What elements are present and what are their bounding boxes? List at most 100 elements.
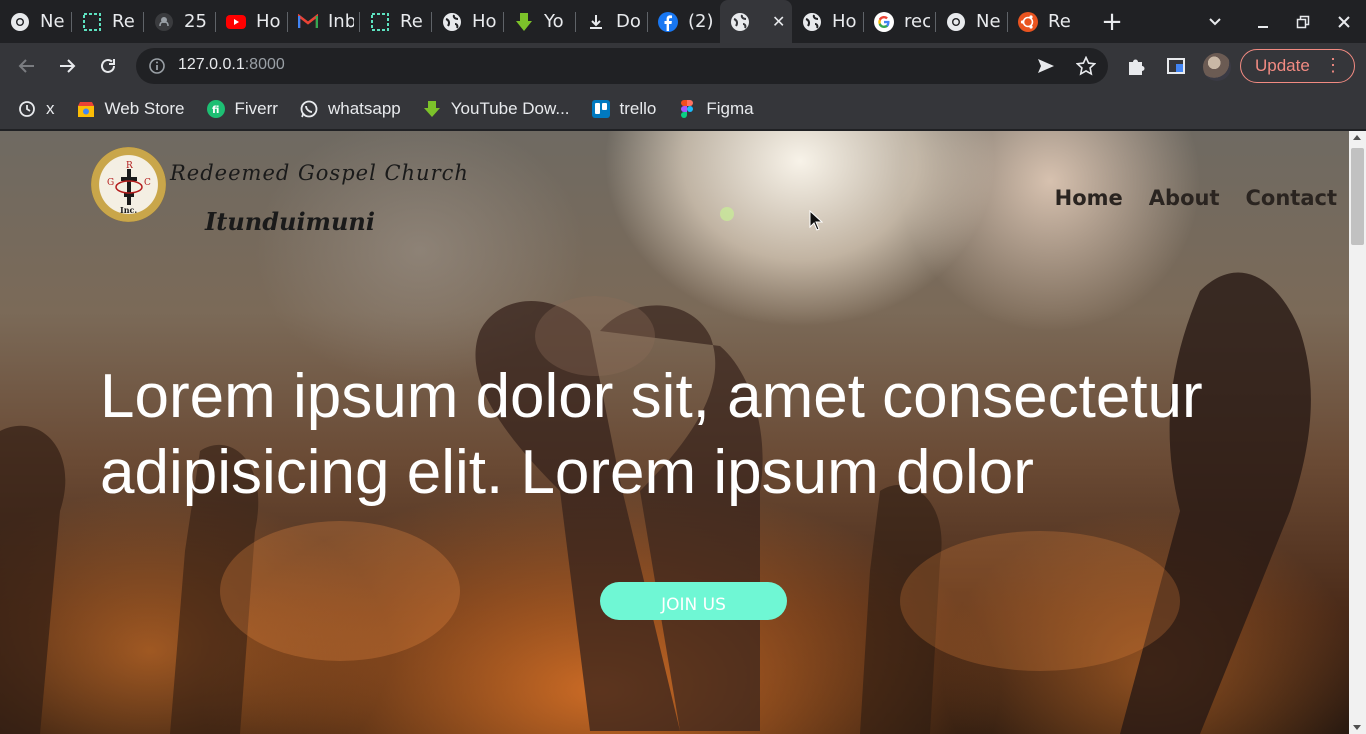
tab[interactable]: Ne bbox=[936, 0, 1008, 43]
new-tab-button[interactable]: + bbox=[1090, 0, 1134, 43]
logo-letter: Inc. bbox=[120, 205, 137, 215]
back-arrow-icon[interactable] bbox=[13, 52, 41, 80]
chrome-icon bbox=[946, 12, 966, 32]
bookmark-item[interactable]: whatsapp bbox=[300, 99, 401, 119]
bookmark-star-icon[interactable] bbox=[1075, 55, 1097, 76]
tab-title: Ho bbox=[256, 11, 281, 32]
scroll-down-arrow-icon[interactable] bbox=[1353, 725, 1361, 730]
restore-icon[interactable] bbox=[1283, 0, 1323, 43]
bookmark-item[interactable]: trello bbox=[591, 99, 657, 119]
church-name: Redeemed Gospel Church bbox=[170, 161, 469, 185]
bookmark-item[interactable]: fi Fiverr bbox=[206, 99, 278, 119]
page-viewport: R G C Inc. Redeemed Gospel Church Itundu… bbox=[0, 131, 1349, 734]
tab[interactable]: 25 bbox=[144, 0, 216, 43]
tab-title: Ho bbox=[832, 11, 857, 32]
bookmark-label: whatsapp bbox=[327, 99, 401, 118]
bookmarks-bar: x Web Store fi Fiverr whatsapp YouTube D… bbox=[0, 89, 1366, 130]
nav-about-link[interactable]: About bbox=[1149, 186, 1220, 210]
tab-title: Do bbox=[616, 11, 641, 32]
tab-title: Inb bbox=[328, 11, 354, 32]
tab[interactable]: Ho bbox=[432, 0, 504, 43]
url-port: :8000 bbox=[244, 56, 285, 73]
tab[interactable]: Do bbox=[576, 0, 648, 43]
globe-icon bbox=[730, 12, 750, 32]
url-text: 127.0.0.1:8000 bbox=[178, 56, 285, 74]
tab[interactable]: Ho bbox=[792, 0, 864, 43]
church-logo[interactable]: R G C Inc. bbox=[91, 147, 166, 222]
forward-arrow-icon[interactable] bbox=[53, 52, 81, 80]
extensions-puzzle-icon[interactable] bbox=[1125, 55, 1147, 77]
window-close-icon[interactable] bbox=[1324, 0, 1364, 43]
tab-search-chevron-icon[interactable] bbox=[1200, 8, 1230, 36]
github-icon bbox=[154, 12, 174, 32]
globe-icon bbox=[442, 12, 462, 32]
update-button[interactable]: Update ⋮ bbox=[1240, 49, 1355, 83]
bookmark-label: Web Store bbox=[104, 99, 185, 118]
bookmark-item[interactable]: YouTube Dow... bbox=[423, 99, 570, 119]
join-us-button[interactable]: JOIN US bbox=[600, 582, 787, 620]
tab-strip: Ne Re 25 Ho Inb Re Ho Yo Do (2) ✕ Ho rec… bbox=[0, 0, 1366, 43]
tab[interactable]: (2) bbox=[648, 0, 720, 43]
ubuntu-icon bbox=[1018, 11, 1038, 32]
tab[interactable]: Ho bbox=[216, 0, 288, 43]
scrollbar-thumb[interactable] bbox=[1351, 148, 1364, 245]
tab[interactable]: Re bbox=[72, 0, 144, 43]
webstore-icon bbox=[77, 100, 95, 118]
url-host: 127.0.0.1 bbox=[178, 56, 245, 73]
vertical-scrollbar[interactable] bbox=[1349, 131, 1366, 734]
bookmark-item[interactable]: Figma bbox=[678, 99, 754, 119]
tab-title: Ne bbox=[40, 11, 65, 32]
tab[interactable]: rec bbox=[864, 0, 936, 43]
fiverr-icon: fi bbox=[206, 100, 225, 118]
bookmark-item[interactable]: x bbox=[18, 99, 55, 119]
minimize-icon[interactable] bbox=[1243, 0, 1283, 43]
google-icon bbox=[874, 11, 894, 32]
chrome-icon bbox=[10, 12, 30, 32]
update-label: Update bbox=[1255, 56, 1310, 75]
tab-title: 25 bbox=[184, 11, 207, 32]
trello-icon bbox=[591, 100, 610, 118]
main-nav: Home About Contact bbox=[1055, 186, 1337, 210]
tab[interactable]: Re bbox=[360, 0, 432, 43]
tab-active[interactable]: ✕ bbox=[720, 0, 792, 43]
tab-title: (2) bbox=[688, 11, 714, 32]
download-arrow-icon bbox=[514, 12, 534, 32]
tab[interactable]: Ne bbox=[0, 0, 72, 43]
profile-avatar[interactable] bbox=[1203, 53, 1231, 81]
tab-title: Yo bbox=[544, 11, 564, 32]
church-location: Itunduimuni bbox=[205, 207, 375, 236]
replit-icon bbox=[82, 12, 102, 32]
send-tab-icon[interactable] bbox=[1036, 56, 1056, 76]
tab[interactable]: Inb bbox=[288, 0, 360, 43]
nav-home-link[interactable]: Home bbox=[1055, 186, 1123, 210]
bookmark-label: trello bbox=[619, 99, 657, 118]
tab-title: Re bbox=[400, 11, 423, 32]
tab-title: Ne bbox=[976, 11, 1001, 32]
tab-title: Re bbox=[112, 11, 135, 32]
bookmark-label: YouTube Dow... bbox=[450, 99, 570, 118]
menu-kebab-icon[interactable]: ⋮ bbox=[1324, 56, 1342, 74]
hero-heading: Lorem ipsum dolor sit, amet consectetur … bbox=[100, 362, 1203, 507]
tab[interactable]: Yo bbox=[504, 0, 576, 43]
tab-title: rec bbox=[904, 11, 930, 32]
logo-letter: C bbox=[144, 178, 151, 188]
mouse-cursor-icon bbox=[809, 210, 823, 231]
youtube-icon bbox=[226, 12, 246, 32]
reading-list-icon[interactable] bbox=[1165, 55, 1187, 77]
whatsapp-icon bbox=[300, 100, 318, 118]
facebook-icon bbox=[658, 11, 678, 32]
bookmark-label: x bbox=[46, 99, 55, 118]
figma-icon bbox=[678, 100, 696, 118]
logo-letter: G bbox=[107, 178, 114, 188]
history-icon bbox=[18, 100, 36, 118]
bookmark-item[interactable]: Web Store bbox=[77, 99, 185, 119]
replit-icon bbox=[370, 12, 390, 32]
reload-icon[interactable] bbox=[94, 52, 122, 80]
tab[interactable]: Re bbox=[1008, 0, 1080, 43]
scroll-up-arrow-icon[interactable] bbox=[1353, 135, 1361, 140]
globe-icon bbox=[802, 12, 822, 32]
site-info-icon[interactable] bbox=[148, 57, 166, 75]
close-icon[interactable]: ✕ bbox=[772, 12, 785, 31]
address-bar[interactable]: 127.0.0.1:8000 bbox=[136, 48, 1108, 84]
nav-contact-link[interactable]: Contact bbox=[1246, 186, 1338, 210]
